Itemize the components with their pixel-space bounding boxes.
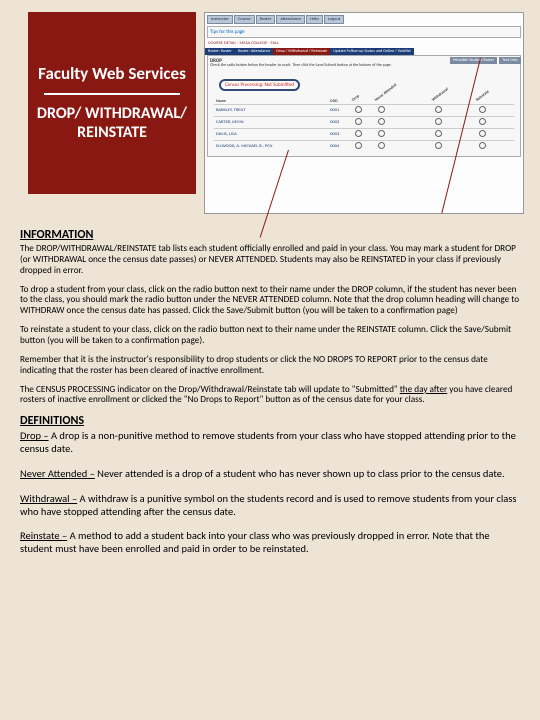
def-drop-text: A drop is a non-punitive method to remov… — [20, 429, 516, 455]
def-never: Never Attended – Never attended is a dro… — [20, 468, 520, 481]
def-drop: Drop – A drop is a non-punitive method t… — [20, 430, 520, 456]
radio-never[interactable] — [378, 142, 385, 149]
def-reinstate-label: Reinstate – — [20, 529, 67, 542]
def-withdrawal-label: Withdrawal – — [20, 492, 77, 505]
def-never-label: Never Attended – — [20, 467, 95, 480]
tab-help[interactable]: Help — [306, 15, 322, 24]
tab-instructor[interactable]: Instructor — [207, 15, 233, 24]
definitions-heading: DEFINITIONS — [20, 414, 520, 428]
table-row: DAVIS, LISA0003 — [214, 129, 514, 141]
table-row: BARKLEY, TRENT0001 — [214, 105, 514, 117]
radio-withdrawal[interactable] — [435, 106, 442, 113]
radio-never[interactable] — [378, 130, 385, 137]
drop-note: Check the radio button below the header … — [210, 64, 518, 68]
app-screenshot: Instructor Course Roster Attendance Help… — [204, 12, 524, 214]
tips-link[interactable]: Tips for this page — [210, 29, 518, 35]
tab-logout[interactable]: Logout — [324, 15, 345, 24]
tab-course[interactable]: Course — [234, 15, 255, 24]
breadcrumb: COURSE DETAIL · MESA COLLEGE · FALL — [205, 40, 523, 47]
radio-reinstate[interactable] — [479, 142, 486, 149]
table-row: ELLWOOD, A. MICHAEL B., PCN0004 — [214, 141, 514, 153]
title-banner: Faculty Web Services DROP/ WITHDRAWAL/ R… — [28, 12, 196, 194]
info-p1: The DROP/WITHDRAWAL/REINSTATE tab lists … — [20, 244, 520, 277]
def-withdrawal-text: A withdraw is a punitive symbol on the s… — [20, 492, 516, 518]
cell-name: ELLWOOD, A. MICHAEL B., PCN — [214, 141, 328, 153]
radio-withdrawal[interactable] — [435, 142, 442, 149]
info-p5-underline: the day after — [400, 384, 448, 395]
def-reinstate: Reinstate – A method to add a student ba… — [20, 530, 520, 556]
def-withdrawal: Withdrawal – A withdraw is a punitive sy… — [20, 493, 520, 519]
info-p2: To drop a student from your class, click… — [20, 285, 520, 318]
subtab-drop[interactable]: Drop / Withdrawal / Reinstate — [273, 48, 330, 55]
radio-never[interactable] — [378, 118, 385, 125]
def-reinstate-text: A method to add a student back into your… — [20, 529, 490, 555]
def-drop-label: Drop – — [20, 429, 49, 442]
radio-withdrawal[interactable] — [435, 130, 442, 137]
divider — [44, 93, 180, 95]
subtab-attendance[interactable]: Roster: Attendance — [235, 48, 273, 55]
drop-panel: DROP Check the radio button below the he… — [207, 55, 521, 157]
radio-drop[interactable] — [355, 130, 362, 137]
nav-tabs: Instructor Course Roster Attendance Help… — [205, 13, 523, 24]
info-p5: The CENSUS PROCESSING indicator on the D… — [20, 385, 520, 407]
info-p4: Remember that it is the instructor's res… — [20, 355, 520, 377]
census-badge: Census Processing: Not Submitted — [219, 79, 300, 91]
course-panel: Tips for this page — [207, 26, 521, 38]
radio-drop[interactable] — [355, 142, 362, 149]
radio-drop[interactable] — [355, 118, 362, 125]
banner-subtitle: DROP/ WITHDRAWAL/ REINSTATE — [34, 105, 190, 142]
action-buttons: Printable Student Roster Text Only — [449, 57, 521, 64]
student-table: Name CSID Drop Never Attended Withdrawal… — [214, 84, 514, 152]
radio-withdrawal[interactable] — [435, 118, 442, 125]
def-never-text: Never attended is a drop of a student wh… — [95, 467, 505, 480]
tab-roster[interactable]: Roster — [256, 15, 276, 24]
cell-id: 0001 — [328, 105, 353, 117]
cell-id: 0003 — [328, 129, 353, 141]
subtab-roster[interactable]: Roster: Roster — [205, 48, 235, 55]
table-row: CARTER, KEVIN0002 — [214, 117, 514, 129]
radio-reinstate[interactable] — [479, 130, 486, 137]
radio-reinstate[interactable] — [479, 118, 486, 125]
info-p3: To reinstate a student to your class, cl… — [20, 325, 520, 347]
cell-name: CARTER, KEVIN — [214, 117, 328, 129]
radio-drop[interactable] — [355, 106, 362, 113]
radio-reinstate[interactable] — [479, 106, 486, 113]
information-heading: INFORMATION — [20, 228, 520, 242]
tab-attendance[interactable]: Attendance — [276, 15, 305, 24]
text-only-button[interactable]: Text Only — [499, 57, 521, 64]
cell-id: 0004 — [328, 141, 353, 153]
cell-name: DAVIS, LISA — [214, 129, 328, 141]
sub-tabs: Roster: Roster Roster: Attendance Drop /… — [205, 48, 523, 55]
banner-title: Faculty Web Services — [34, 64, 190, 84]
cell-name: BARKLEY, TRENT — [214, 105, 328, 117]
radio-never[interactable] — [378, 106, 385, 113]
subtab-followup[interactable]: Update Follow-up Status and Online / Wai… — [330, 48, 414, 55]
cell-id: 0002 — [328, 117, 353, 129]
info-p5a: The CENSUS PROCESSING indicator on the D… — [20, 384, 400, 395]
